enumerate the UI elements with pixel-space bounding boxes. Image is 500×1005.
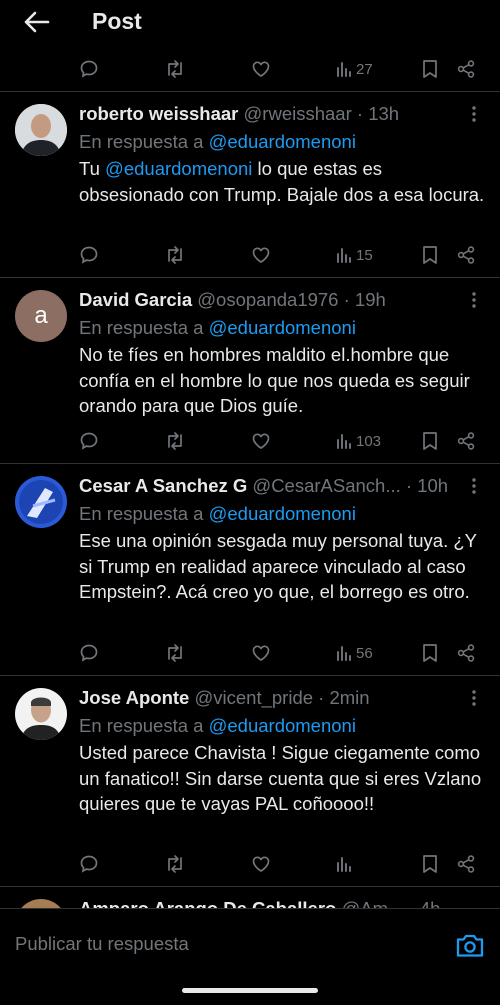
reply-composer: Publicar tu respuesta	[0, 908, 500, 1005]
display-name[interactable]: David Garcia	[79, 289, 192, 310]
mention-link[interactable]: @eduardomenoni	[209, 317, 356, 338]
repost-icon[interactable]	[164, 241, 186, 269]
divider	[0, 91, 500, 92]
timestamp: · 19h	[343, 289, 386, 310]
views-count: 27	[356, 60, 373, 78]
like-icon[interactable]	[251, 639, 271, 667]
text-segment: Tu	[79, 158, 106, 179]
avatar-letter: a	[34, 302, 48, 329]
views-stat[interactable]	[336, 850, 356, 878]
more-options-icon[interactable]	[468, 476, 480, 496]
bookmark-icon[interactable]	[421, 639, 439, 667]
mention-link[interactable]: @eduardomenoni	[209, 715, 356, 736]
tweet-header: David Garcia @osopanda1976 · 19h	[79, 288, 386, 312]
timestamp: · 2min	[318, 687, 370, 708]
bookmark-icon[interactable]	[421, 850, 439, 878]
display-name[interactable]: Cesar A Sanchez G	[79, 475, 247, 496]
divider	[0, 463, 500, 464]
action-bar: 27	[0, 55, 500, 83]
divider	[0, 675, 500, 676]
tweet-header: Cesar A Sanchez G @CesarASanch... · 10h	[79, 474, 448, 498]
reply-prefix: En respuesta a	[79, 317, 209, 338]
share-icon[interactable]	[456, 55, 476, 83]
tweet-text: Usted parece Chavista ! Sigue ciegamente…	[79, 742, 482, 814]
views-count: 103	[356, 432, 382, 450]
views-stat[interactable]: 56	[336, 639, 373, 667]
display-name[interactable]: Jose Aponte	[79, 687, 189, 708]
reply-icon[interactable]	[79, 639, 99, 667]
reply-icon[interactable]	[79, 241, 99, 269]
views-count: 56	[356, 644, 373, 662]
share-icon[interactable]	[456, 427, 476, 455]
views-stat[interactable]: 27	[336, 55, 373, 83]
action-bar: 103	[0, 427, 500, 455]
reply-icon[interactable]	[79, 850, 99, 878]
share-icon[interactable]	[456, 850, 476, 878]
tweet-header: Jose Aponte @vicent_pride · 2min	[79, 686, 370, 710]
more-options-icon[interactable]	[468, 290, 480, 310]
timestamp: · 13h	[356, 103, 400, 124]
views-count: 15	[356, 246, 373, 264]
display-name[interactable]: roberto weisshaar	[79, 103, 238, 124]
top-bar: Post	[0, 0, 500, 48]
views-icon	[337, 434, 351, 449]
tweet-text: Ese una opinión sesgada muy personal tuy…	[79, 530, 477, 602]
reply-context: En respuesta a @eduardomenoni	[79, 316, 356, 340]
bookmark-icon[interactable]	[421, 427, 439, 455]
reply-icon[interactable]	[79, 55, 99, 83]
reply-prefix: En respuesta a	[79, 503, 209, 524]
reply-icon[interactable]	[79, 427, 99, 455]
views-icon	[337, 248, 351, 263]
avatar[interactable]	[15, 104, 67, 156]
views-stat[interactable]: 103	[336, 427, 381, 455]
share-icon[interactable]	[456, 639, 476, 667]
like-icon[interactable]	[251, 850, 271, 878]
repost-icon[interactable]	[164, 427, 186, 455]
home-indicator	[182, 988, 318, 993]
reply-context: En respuesta a @eduardomenoni	[79, 502, 356, 526]
like-icon[interactable]	[251, 427, 271, 455]
back-arrow-icon[interactable]	[22, 8, 52, 36]
user-handle[interactable]: @osopanda1976	[197, 289, 338, 310]
mention-link[interactable]: @eduardomenoni	[209, 131, 356, 152]
user-handle[interactable]: @rweisshaar	[244, 103, 352, 124]
views-icon	[337, 857, 351, 872]
reply-prefix: En respuesta a	[79, 715, 209, 736]
share-icon[interactable]	[456, 241, 476, 269]
page-title: Post	[92, 8, 142, 34]
action-bar: 15	[0, 241, 500, 269]
views-stat[interactable]: 15	[336, 241, 373, 269]
divider	[0, 277, 500, 278]
repost-icon[interactable]	[164, 55, 186, 83]
repost-icon[interactable]	[164, 850, 186, 878]
views-icon	[337, 62, 351, 77]
mention-link[interactable]: @eduardomenoni	[105, 158, 252, 179]
bookmark-icon[interactable]	[421, 241, 439, 269]
divider	[0, 886, 500, 887]
views-icon	[337, 646, 351, 661]
more-options-icon[interactable]	[468, 104, 480, 124]
avatar[interactable]	[15, 476, 67, 528]
tweet-header: roberto weisshaar @rweisshaar · 13h	[79, 102, 399, 126]
like-icon[interactable]	[251, 241, 271, 269]
user-handle[interactable]: @vicent_pride	[194, 687, 313, 708]
bookmark-icon[interactable]	[421, 55, 439, 83]
repost-icon[interactable]	[164, 639, 186, 667]
more-options-icon[interactable]	[468, 688, 480, 708]
mention-link[interactable]: @eduardomenoni	[209, 503, 356, 524]
user-handle[interactable]: @CesarASanch...	[252, 475, 400, 496]
reply-prefix: En respuesta a	[79, 131, 209, 152]
reply-context: En respuesta a @eduardomenoni	[79, 130, 356, 154]
camera-icon[interactable]	[455, 931, 485, 959]
avatar[interactable]	[15, 688, 67, 740]
reply-input[interactable]: Publicar tu respuesta	[15, 933, 189, 955]
action-bar: 56	[0, 639, 500, 667]
like-icon[interactable]	[251, 55, 271, 83]
tweet-text: Tu @eduardomenoni lo que estas es obsesi…	[79, 156, 489, 207]
timestamp: · 10h	[405, 475, 449, 496]
tweet-text: No te fíes en hombres maldito el.hombre …	[79, 344, 470, 416]
reply-context: En respuesta a @eduardomenoni	[79, 714, 356, 738]
action-bar	[0, 850, 500, 878]
avatar[interactable]: a	[15, 290, 67, 342]
